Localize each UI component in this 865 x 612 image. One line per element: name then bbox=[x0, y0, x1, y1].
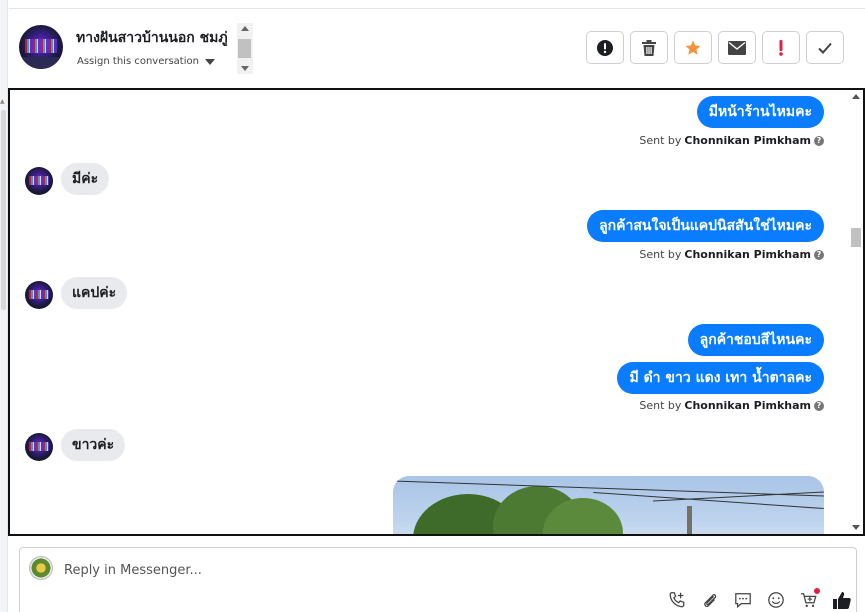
done-button[interactable] bbox=[806, 31, 844, 64]
speech-bubble-icon bbox=[734, 592, 751, 608]
message-outgoing[interactable]: มี ดำ ขาว แดง เทา น้ำตาลคะ bbox=[617, 362, 824, 394]
notification-dot bbox=[814, 588, 820, 594]
contact-avatar-small[interactable] bbox=[25, 167, 53, 195]
emoji-button[interactable] bbox=[765, 589, 786, 610]
phone-plus-icon bbox=[669, 591, 684, 607]
left-scrollbar-thumb[interactable] bbox=[1, 110, 6, 310]
sent-by-line: Sent by Chonnikan Pimkham ? bbox=[639, 134, 824, 147]
sent-by-line: Sent by Chonnikan Pimkham ? bbox=[639, 399, 824, 412]
envelope-icon bbox=[728, 40, 746, 55]
question-mark-icon[interactable]: ? bbox=[814, 249, 824, 260]
name-scrollbar-thumb[interactable] bbox=[238, 39, 251, 58]
page-avatar bbox=[29, 556, 53, 580]
message-outgoing[interactable]: ลูกค้าสนใจเป็นแคปนิสสันใช่ไหมคะ bbox=[587, 210, 824, 242]
star-button[interactable] bbox=[674, 31, 712, 64]
composer-toolbar bbox=[666, 588, 852, 610]
spam-button[interactable] bbox=[586, 31, 624, 64]
image-attachment[interactable] bbox=[393, 476, 824, 534]
question-mark-icon[interactable]: ? bbox=[814, 135, 824, 146]
shop-button[interactable] bbox=[798, 588, 820, 610]
sent-by-agent[interactable]: Chonnikan Pimkham bbox=[684, 248, 811, 261]
mark-unread-button[interactable] bbox=[718, 31, 756, 64]
reply-input[interactable] bbox=[64, 560, 764, 580]
message-outgoing[interactable]: ลูกค้าชอบสีไหนคะ bbox=[687, 324, 824, 356]
conversation-header: ทางฝันสาวบ้านนอก ชมภู่ Assign this conve… bbox=[9, 8, 865, 88]
scroll-up-icon[interactable] bbox=[852, 94, 860, 99]
delete-button[interactable] bbox=[630, 31, 668, 64]
contact-name[interactable]: ทางฝันสาวบ้านนอก ชมภู่ bbox=[76, 27, 236, 49]
like-button[interactable] bbox=[831, 589, 852, 610]
contact-avatar[interactable] bbox=[19, 25, 63, 69]
thread-scrollbar-thumb[interactable] bbox=[851, 228, 861, 247]
thread-scrollbar[interactable] bbox=[849, 90, 863, 534]
important-button[interactable] bbox=[762, 31, 800, 64]
exclamation-icon bbox=[779, 39, 783, 56]
sent-by-prefix: Sent by bbox=[639, 134, 682, 147]
scroll-down-icon[interactable] bbox=[852, 525, 860, 530]
contact-avatar-small[interactable] bbox=[25, 281, 53, 309]
scroll-down-icon[interactable] bbox=[241, 66, 249, 71]
contact-avatar-small[interactable] bbox=[25, 433, 53, 461]
call-button[interactable] bbox=[666, 589, 687, 610]
question-mark-icon[interactable]: ? bbox=[814, 400, 824, 411]
thumbs-up-icon bbox=[832, 591, 851, 609]
smiley-icon bbox=[767, 591, 784, 608]
scroll-up-arrow-icon[interactable]: ▲ bbox=[0, 98, 5, 105]
scroll-up-icon[interactable] bbox=[241, 26, 249, 31]
assign-label: Assign this conversation bbox=[77, 56, 199, 67]
sent-by-agent[interactable]: Chonnikan Pimkham bbox=[684, 134, 811, 147]
assign-conversation-dropdown[interactable]: Assign this conversation bbox=[77, 56, 215, 67]
name-scrollbar[interactable] bbox=[237, 23, 253, 74]
caret-down-icon bbox=[204, 58, 215, 65]
message-incoming[interactable]: แคปค่ะ bbox=[61, 277, 128, 309]
paperclip-icon bbox=[703, 593, 716, 607]
checkmark-icon bbox=[818, 42, 832, 54]
reply-composer bbox=[19, 547, 857, 612]
left-panel-edge: ▲ bbox=[0, 0, 8, 612]
attach-button[interactable] bbox=[699, 589, 720, 610]
message-outgoing[interactable]: มีหน้าร้านไหมคะ bbox=[696, 96, 824, 128]
sent-by-agent[interactable]: Chonnikan Pimkham bbox=[684, 399, 811, 412]
sent-by-prefix: Sent by bbox=[639, 399, 682, 412]
sent-by-prefix: Sent by bbox=[639, 248, 682, 261]
conversation-actions bbox=[586, 31, 844, 64]
message-incoming[interactable]: มีค่ะ bbox=[61, 163, 110, 195]
saved-replies-button[interactable] bbox=[732, 589, 753, 610]
conversation-thread[interactable]: มีหน้าร้านไหมคะ Sent by Chonnikan Pimkha… bbox=[8, 88, 865, 536]
alert-circle-icon bbox=[597, 39, 613, 56]
photo-utility-pole bbox=[687, 506, 692, 534]
sent-by-line: Sent by Chonnikan Pimkham ? bbox=[639, 248, 824, 261]
trash-icon bbox=[642, 39, 656, 56]
message-incoming[interactable]: ขาวค่ะ bbox=[61, 429, 126, 461]
star-icon bbox=[685, 40, 701, 55]
